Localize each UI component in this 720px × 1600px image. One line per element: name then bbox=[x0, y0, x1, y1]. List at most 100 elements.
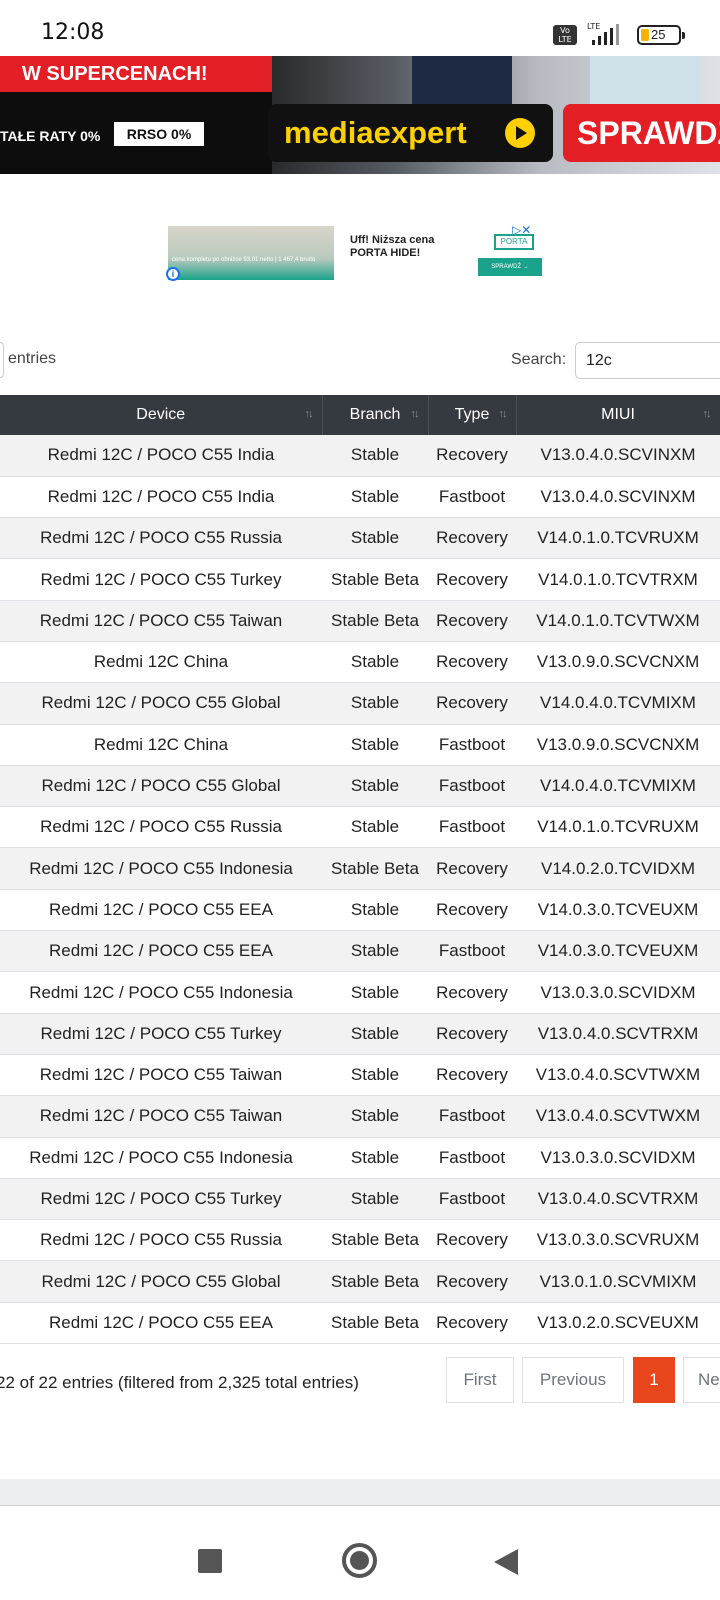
cell-type: Recovery bbox=[428, 1219, 516, 1262]
cell-miui: V14.0.1.0.TCVRUXM bbox=[516, 806, 720, 849]
cell-miui: V13.0.4.0.SCVTRXM bbox=[516, 1178, 720, 1221]
cell-type: Fastboot bbox=[428, 476, 516, 519]
search-input[interactable] bbox=[575, 342, 720, 379]
cell-device: Redmi 12C / POCO C55 Indonesia bbox=[0, 971, 322, 1014]
pagination-next-button[interactable]: Ne bbox=[683, 1357, 720, 1403]
table-row[interactable]: Redmi 12C / POCO C55 Taiwan Stable Beta Re… bbox=[0, 600, 720, 642]
table-row[interactable]: Redmi 12C / POCO C55 Indonesia Stable Reco… bbox=[0, 971, 720, 1014]
cell-branch: Stable bbox=[322, 1178, 428, 1221]
cell-type: Fastboot bbox=[428, 724, 516, 766]
cell-branch: Stable bbox=[322, 1013, 428, 1055]
ad-installments: TAŁE RATY 0% bbox=[0, 128, 101, 144]
cell-type: Recovery bbox=[428, 435, 516, 477]
cell-miui: V13.0.4.0.SCVINXM bbox=[516, 435, 720, 477]
cell-branch: Stable bbox=[322, 682, 428, 725]
table-row[interactable]: Redmi 12C China Stable Fastboot V13.0.9.0.S… bbox=[0, 724, 720, 766]
cell-type: Recovery bbox=[428, 1260, 516, 1303]
cell-miui: V13.0.2.0.SCVEUXM bbox=[516, 1302, 720, 1345]
entries-length-select[interactable] bbox=[0, 342, 4, 378]
cell-miui: V14.0.4.0.TCVMIXM bbox=[516, 682, 720, 725]
battery-percent: 25 bbox=[651, 27, 666, 42]
table-row[interactable]: Redmi 12C / POCO C55 Global Stable Fastboo… bbox=[0, 765, 720, 808]
cell-type: Fastboot bbox=[428, 1095, 516, 1138]
network-type-label: LTE bbox=[587, 22, 600, 31]
table-header-row: Device ↑↓ Branch ↑↓ Type ↑↓ MIUI ↑↓ bbox=[0, 395, 720, 435]
cell-miui: V13.0.9.0.SCVCNXM bbox=[516, 641, 720, 684]
table-row[interactable]: Redmi 12C / POCO C55 EEA Stable Beta Recov… bbox=[0, 1302, 720, 1345]
table-row[interactable]: Redmi 12C / POCO C55 Russia Stable Beta Re… bbox=[0, 1219, 720, 1262]
table-row[interactable]: Redmi 12C / POCO C55 Indonesia Stable Fast… bbox=[0, 1137, 720, 1179]
column-header-type[interactable]: Type ↑↓ bbox=[428, 395, 517, 435]
cell-miui: V14.0.1.0.TCVTWXM bbox=[516, 600, 720, 642]
table-row[interactable]: Redmi 12C / POCO C55 Taiwan Stable Fastboo… bbox=[0, 1095, 720, 1138]
table-row[interactable]: Redmi 12C / POCO C55 Russia Stable Recover… bbox=[0, 517, 720, 560]
sort-icon[interactable]: ↑↓ bbox=[305, 408, 314, 420]
ad-small[interactable]: cena kompletu po obniżce 93,01 netto | 1… bbox=[166, 224, 548, 282]
cell-branch: Stable Beta bbox=[322, 847, 428, 890]
cell-miui: V13.0.4.0.SCVTRXM bbox=[516, 1013, 720, 1055]
table-row[interactable]: Redmi 12C / POCO C55 India Stable Fastboot… bbox=[0, 476, 720, 519]
cell-branch: Stable bbox=[322, 476, 428, 519]
search-label: Search: bbox=[511, 351, 567, 368]
info-icon[interactable]: i bbox=[166, 267, 180, 281]
ad-banner[interactable]: W SUPERCENACH! TAŁE RATY 0% RRSO 0% medi… bbox=[0, 56, 720, 174]
cell-device: Redmi 12C / POCO C55 Global bbox=[0, 682, 322, 725]
cell-branch: Stable bbox=[322, 765, 428, 808]
cell-miui: V14.0.4.0.TCVMIXM bbox=[516, 765, 720, 808]
table-row[interactable]: Redmi 12C / POCO C55 Russia Stable Fastboo… bbox=[0, 806, 720, 849]
cell-miui: V14.0.1.0.TCVRUXM bbox=[516, 517, 720, 560]
cell-type: Fastboot bbox=[428, 930, 516, 973]
pagination-first-button[interactable]: First bbox=[446, 1357, 514, 1403]
cell-device: Redmi 12C / POCO C55 EEA bbox=[0, 930, 322, 973]
table-row[interactable]: Redmi 12C / POCO C55 EEA Stable Fastboot V1… bbox=[0, 930, 720, 973]
column-header-miui[interactable]: MIUI ↑↓ bbox=[516, 395, 720, 435]
table-row[interactable]: Redmi 12C China Stable Recovery V13.0.9.0.S… bbox=[0, 641, 720, 684]
table-row[interactable]: Redmi 12C / POCO C55 India Stable Recovery… bbox=[0, 435, 720, 477]
cell-branch: Stable bbox=[322, 641, 428, 684]
column-header-branch[interactable]: Branch ↑↓ bbox=[322, 395, 429, 435]
table-row[interactable]: Redmi 12C / POCO C55 Global Stable Beta Re… bbox=[0, 1260, 720, 1303]
clock: 12:08 bbox=[41, 20, 105, 45]
cell-type: Recovery bbox=[428, 971, 516, 1014]
table-row[interactable]: Redmi 12C / POCO C55 Indonesia Stable Bet… bbox=[0, 847, 720, 890]
cell-branch: Stable Beta bbox=[322, 1260, 428, 1303]
table-row[interactable]: Redmi 12C / POCO C55 Turkey Stable Fastboo… bbox=[0, 1178, 720, 1221]
sort-icon[interactable]: ↑↓ bbox=[499, 408, 508, 420]
cell-device: Redmi 12C China bbox=[0, 641, 322, 684]
table-row[interactable]: Redmi 12C / POCO C55 EEA Stable Recovery V1… bbox=[0, 889, 720, 932]
table-row[interactable]: Redmi 12C / POCO C55 Turkey Stable Beta Re… bbox=[0, 558, 720, 601]
pagination-previous-button[interactable]: Previous bbox=[522, 1357, 624, 1403]
cell-branch: Stable Beta bbox=[322, 1302, 428, 1345]
cell-type: Recovery bbox=[428, 847, 516, 890]
sort-icon[interactable]: ↑↓ bbox=[703, 408, 712, 420]
recents-square-icon[interactable] bbox=[198, 1549, 222, 1573]
cell-branch: Stable bbox=[322, 930, 428, 973]
ad-text: Uff! Niższa cena PORTA HIDE! bbox=[350, 234, 435, 259]
cell-type: Fastboot bbox=[428, 1178, 516, 1221]
pagination-page-1-button[interactable]: 1 bbox=[633, 1357, 675, 1403]
cell-branch: Stable Beta bbox=[322, 600, 428, 642]
cell-miui: V13.0.3.0.SCVIDXM bbox=[516, 1137, 720, 1179]
cell-device: Redmi 12C / POCO C55 Turkey bbox=[0, 1013, 322, 1055]
table-row[interactable]: Redmi 12C / POCO C55 Turkey Stable Recover… bbox=[0, 1013, 720, 1055]
cell-branch: Stable bbox=[322, 724, 428, 766]
back-triangle-icon[interactable] bbox=[494, 1549, 518, 1575]
cell-branch: Stable bbox=[322, 435, 428, 477]
ad-logo: PORTA bbox=[494, 234, 534, 250]
cell-type: Fastboot bbox=[428, 806, 516, 849]
cell-branch: Stable bbox=[322, 806, 428, 849]
cell-type: Recovery bbox=[428, 1013, 516, 1055]
ad-cta-button[interactable]: SPRAWDŹ bbox=[563, 104, 720, 162]
cell-branch: Stable bbox=[322, 971, 428, 1014]
sort-icon[interactable]: ↑↓ bbox=[411, 408, 420, 420]
cell-branch: Stable bbox=[322, 1137, 428, 1179]
entries-label: entries bbox=[8, 350, 57, 367]
cell-branch: Stable bbox=[322, 1095, 428, 1138]
table-row[interactable]: Redmi 12C / POCO C55 Taiwan Stable Recover… bbox=[0, 1054, 720, 1097]
column-header-device[interactable]: Device ↑↓ bbox=[0, 395, 323, 435]
home-circle-icon[interactable] bbox=[342, 1543, 377, 1578]
cell-type: Fastboot bbox=[428, 765, 516, 808]
ad-small-cta-button[interactable]: SPRAWDŹ → bbox=[478, 258, 542, 276]
table-row[interactable]: Redmi 12C / POCO C55 Global Stable Recover… bbox=[0, 682, 720, 725]
cell-device: Redmi 12C / POCO C55 Global bbox=[0, 1260, 322, 1303]
